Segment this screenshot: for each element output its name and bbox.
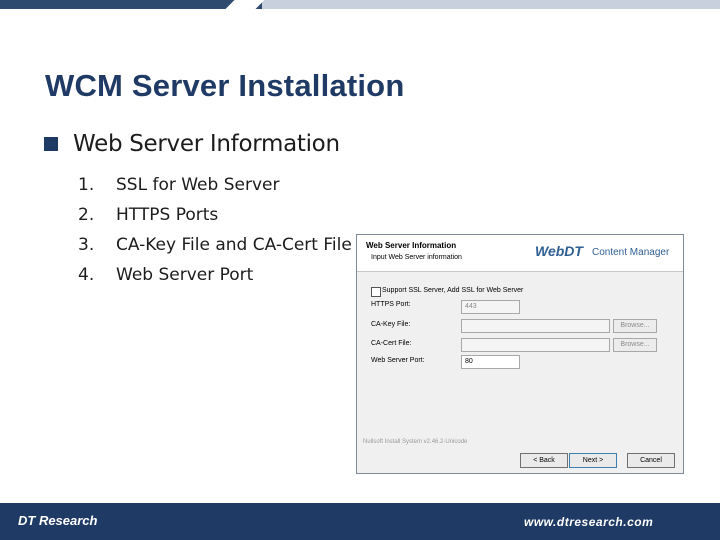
ssl-checkbox[interactable] bbox=[371, 287, 381, 297]
website-url: www.dtresearch.com bbox=[524, 515, 654, 529]
next-button[interactable]: Next > bbox=[569, 453, 617, 468]
list-text: CA-Key File and CA-Cert File bbox=[116, 235, 352, 255]
web-server-port-input[interactable]: 80 bbox=[461, 355, 520, 369]
ca-key-file-input[interactable] bbox=[461, 319, 610, 333]
installer-header-title: Web Server Information bbox=[366, 241, 457, 250]
bullet-heading: Web Server Information bbox=[44, 131, 340, 157]
list-text: SSL for Web Server bbox=[116, 175, 280, 195]
ca-key-file-label: CA-Key File: bbox=[371, 321, 411, 328]
list-text: HTTPS Ports bbox=[116, 205, 219, 225]
ca-cert-file-label: CA-Cert File: bbox=[371, 340, 412, 347]
installer-window: Web Server Information Input Web Server … bbox=[356, 234, 684, 474]
list-item: 3. CA-Key File and CA-Cert File bbox=[78, 230, 352, 260]
back-button[interactable]: < Back bbox=[520, 453, 568, 468]
list-number: 1. bbox=[78, 175, 95, 195]
top-decorative-bar-light bbox=[262, 0, 720, 9]
installer-header: Web Server Information Input Web Server … bbox=[357, 235, 683, 272]
cancel-button[interactable]: Cancel bbox=[627, 453, 675, 468]
bullet-text: Web Server Information bbox=[73, 131, 340, 157]
list-item: 4. Web Server Port bbox=[78, 260, 352, 290]
ca-cert-browse-button[interactable]: Browse... bbox=[613, 338, 657, 352]
webdt-logo-product: Content Manager bbox=[592, 247, 670, 258]
dt-research-logo: DT Research bbox=[18, 513, 98, 528]
bullet-square-icon bbox=[44, 137, 58, 151]
https-port-input[interactable]: 443 bbox=[461, 300, 520, 314]
installer-header-subtitle: Input Web Server information bbox=[371, 254, 462, 261]
webdt-logo: WebDT bbox=[535, 243, 583, 259]
list-item: 1. SSL for Web Server bbox=[78, 170, 352, 200]
ca-key-browse-button[interactable]: Browse... bbox=[613, 319, 657, 333]
web-server-port-label: Web Server Port: bbox=[371, 357, 425, 364]
slide-title: WCM Server Installation bbox=[45, 68, 405, 103]
ca-cert-file-input[interactable] bbox=[461, 338, 610, 352]
list-number: 2. bbox=[78, 205, 95, 225]
https-port-label: HTTPS Port: bbox=[371, 301, 411, 308]
installer-branding-text: Nullsoft Install System v2.46.2-Unicode bbox=[363, 439, 468, 445]
list-text: Web Server Port bbox=[116, 265, 254, 285]
ssl-checkbox-label: Support SSL Server, Add SSL for Web Serv… bbox=[382, 287, 524, 294]
list-number: 3. bbox=[78, 235, 95, 255]
list-item: 2. HTTPS Ports bbox=[78, 200, 352, 230]
numbered-list: 1. SSL for Web Server 2. HTTPS Ports 3. … bbox=[78, 170, 352, 290]
list-number: 4. bbox=[78, 265, 95, 285]
